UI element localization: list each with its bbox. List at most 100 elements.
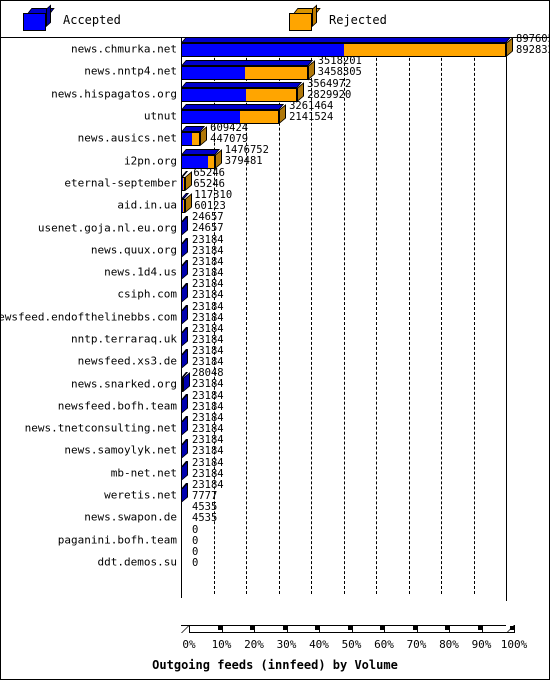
- stacked-bar[interactable]: [181, 59, 315, 80]
- stacked-bar[interactable]: [181, 171, 192, 192]
- bar-value-labels: 23184 23184: [192, 346, 224, 368]
- legend-label-rejected: Rejected: [329, 12, 387, 27]
- bar-row-label: eternal-september: [64, 176, 177, 190]
- axis-tick-100pct: [514, 625, 515, 633]
- bar-rows: news.chmurka.net89760508928326news.nntp4…: [0, 34, 550, 573]
- bar-segment-accepted[interactable]: [181, 87, 246, 102]
- axis-tick-nub: [380, 626, 384, 630]
- bar-value-labels: 00: [192, 546, 198, 569]
- value-accepted: 23184: [192, 456, 224, 469]
- value-rejected: 23184: [192, 445, 224, 458]
- bar-container: 00: [181, 524, 506, 551]
- bar-row: nntp.terraraq.uk 23184 23184: [1, 323, 549, 350]
- bar-container: 24657 24657: [181, 212, 506, 238]
- bar-container: 3564972 2829920: [181, 78, 506, 105]
- bar-row-label: csiph.com: [117, 287, 177, 301]
- axis-tick-nub: [250, 626, 254, 630]
- bar-container: 23184 23184: [181, 435, 506, 461]
- bar-row-label: newsfeed.xs3.de: [77, 354, 177, 368]
- value-rejected: 24657: [192, 222, 224, 235]
- stacked-bar[interactable]: [181, 81, 305, 102]
- axis-tick-nub: [217, 626, 222, 630]
- axis-tick-0pct: [189, 625, 190, 633]
- bar-row: paganini.bofh.team 0 0: [1, 524, 549, 551]
- bar-3d-top-face: [181, 37, 512, 44]
- bar-container: 4535 4535: [181, 502, 506, 528]
- bar-value-labels: 23184 23184: [192, 456, 224, 480]
- bar-container: 1476752 379481: [181, 145, 506, 171]
- axis-tick-label: 30%: [276, 638, 297, 651]
- value-rejected: 4535: [192, 512, 218, 525]
- bar-row: ddt.demos.su 0 0: [1, 546, 549, 573]
- axis-tick-nub: [445, 626, 449, 630]
- bar-segment-rejected[interactable]: [343, 43, 506, 58]
- bar-value-labels: 23184 23184: [192, 435, 224, 457]
- bar-3d-top-face: [181, 104, 285, 111]
- value-accepted: 3564972: [307, 77, 352, 90]
- bar-value-labels: 23184 23184: [192, 413, 224, 435]
- axis-tick-80pct: [449, 625, 450, 633]
- bar-value-labels: 23184 23184: [192, 279, 224, 301]
- bar-row-label: news.ausics.net: [77, 131, 177, 145]
- bar-value-labels: 00: [192, 523, 199, 547]
- bar-value-labels: 23184 7777: [192, 479, 224, 502]
- bar-row-label: news.snarked.org: [71, 377, 177, 391]
- bar-3d-top-face: [181, 59, 313, 66]
- bar-container: 23184 23184: [181, 279, 506, 305]
- bar-container: 23184 23184: [181, 390, 506, 417]
- bar-segment-accepted[interactable]: [181, 65, 245, 80]
- stacked-bar[interactable]: [181, 371, 190, 392]
- value-rejected: 379481: [224, 155, 263, 168]
- bar-row-label: newsfeed.endofthelinebbs.com: [0, 310, 177, 324]
- bar-value-labels: 23184 23184: [192, 390, 224, 413]
- bar-value-labels: 3518201 3458305: [318, 56, 362, 78]
- bar-segment-accepted[interactable]: [181, 132, 193, 147]
- stacked-bar[interactable]: [181, 193, 193, 214]
- bar-row: utnut 3261464 2141524: [1, 100, 549, 127]
- value-rejected: 8928326: [516, 44, 550, 56]
- value-rejected: 0: [192, 534, 199, 547]
- x-axis-baseline: [181, 625, 506, 626]
- bar-value-labels: 23184 23184: [192, 301, 224, 324]
- axis-tick-nub: [510, 626, 514, 630]
- axis-tick-90pct: [481, 625, 483, 633]
- value-rejected: 3458305: [317, 66, 362, 79]
- plot-area: news.chmurka.net89760508928326news.nntp4…: [0, 34, 550, 678]
- axis-tick-label: 10%: [211, 638, 232, 651]
- bar-row: news.swapon.de 4535 4535: [1, 502, 549, 528]
- bar-container: 23184 23184: [181, 413, 506, 439]
- bar-value-labels: 3261464 2141524: [289, 100, 333, 123]
- axis-tick-label: 50%: [341, 638, 362, 651]
- bar-value-labels: 4535 4535: [192, 502, 217, 524]
- bar-row: newsfeed.endofthelinebbs.com 23184 23184: [0, 301, 549, 328]
- accepted-color-swatch-icon: [23, 3, 55, 32]
- bar-row: news.quux.org 23184 23184: [1, 234, 549, 261]
- bar-row: mb-net.net 23184 23184: [1, 457, 549, 484]
- axis-tick-70pct: [416, 625, 418, 633]
- bar-row: news.tnetconsulting.net 23184 23184: [1, 413, 549, 439]
- value-accepted: 0: [192, 523, 199, 536]
- bar-row-label: news.quux.org: [90, 243, 177, 257]
- value-rejected: 23184: [192, 467, 224, 480]
- bar-row: news.ausics.net 609424 447079: [1, 123, 549, 149]
- bar-row: weretis.net 23184 7777: [1, 479, 549, 506]
- bar-value-labels: 65246 65246: [193, 167, 225, 190]
- bar-container: 23184 23184: [181, 234, 506, 261]
- value-rejected: 2829920: [307, 88, 352, 101]
- axis-tick-label: 0%: [182, 638, 196, 651]
- bar-row: news.snarked.org 28048 23184: [1, 368, 549, 394]
- axis-tick-nub: [347, 626, 352, 630]
- bar-row: eternal-september 65246 65246: [1, 167, 549, 194]
- bar-row: news.hispagatos.org 3564972 2829920: [1, 78, 549, 105]
- bar-row-label: news.1d4.us: [104, 265, 177, 279]
- bar-container: 23184 23184: [181, 457, 506, 484]
- bar-segment-rejected[interactable]: [244, 65, 308, 80]
- bar-segment-rejected[interactable]: [192, 132, 201, 147]
- bar-row: aid.in.ua 117310 60123: [1, 190, 549, 216]
- rejected-color-swatch-icon: [289, 3, 321, 32]
- axis-tick-label: 100%: [500, 638, 528, 651]
- bar-row: newsfeed.bofh.team 23184 23184: [1, 390, 549, 417]
- bar-container: 23184 23184: [181, 323, 506, 350]
- stacked-bar[interactable]: [181, 126, 208, 147]
- bar-row-label: nntp.terraraq.uk: [71, 332, 177, 346]
